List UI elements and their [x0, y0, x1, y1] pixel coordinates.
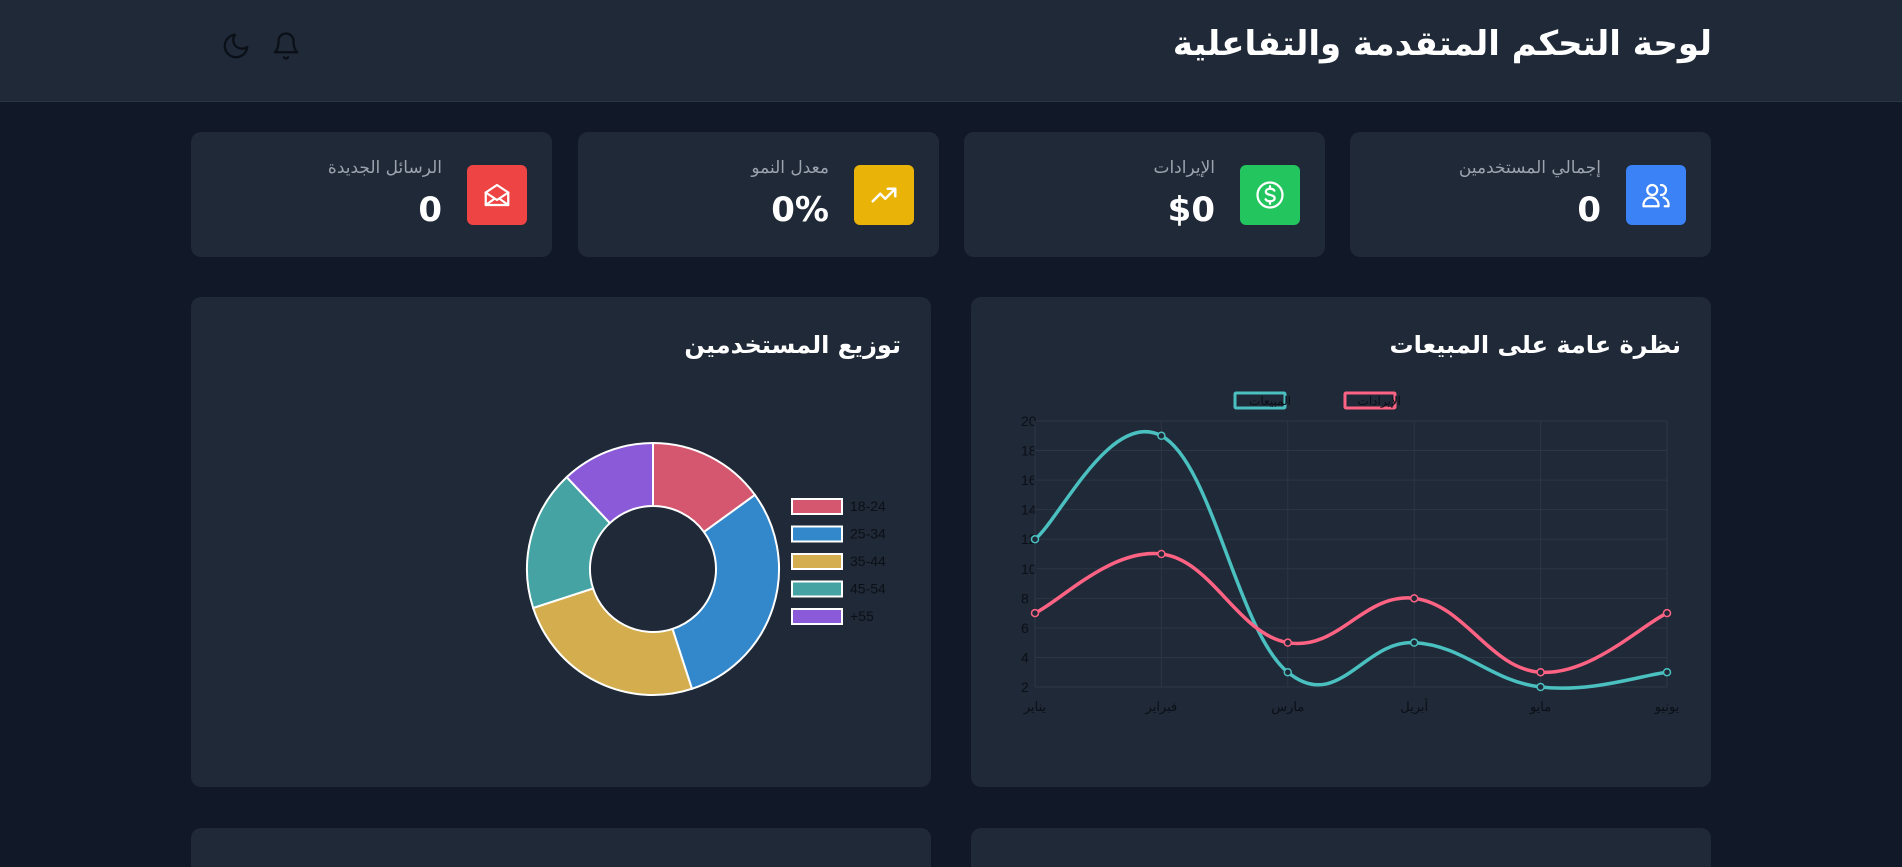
y-tick-label: 18	[1021, 443, 1037, 459]
stat-value: $0	[1167, 190, 1215, 230]
y-tick-label: 14	[1021, 502, 1037, 518]
stat-value: 0%	[771, 190, 829, 230]
legend-label: الإيرادات	[1358, 394, 1401, 409]
data-point	[1409, 638, 1419, 647]
data-point	[1283, 638, 1293, 647]
series-line	[1033, 430, 1668, 690]
stat-card-total-users: إجمالي المستخدمين 0	[1350, 132, 1711, 257]
doughnut-slice	[531, 587, 694, 696]
legend-label: 25-34	[850, 526, 886, 542]
legend-label: +55	[850, 608, 874, 624]
data-point	[1662, 608, 1672, 618]
x-tick-label: أبريل	[1400, 698, 1428, 715]
data-point	[1030, 608, 1040, 618]
legend-label: 18-24	[850, 498, 886, 514]
data-point	[1536, 682, 1545, 692]
data-point	[1409, 594, 1419, 603]
legend-swatch	[791, 608, 843, 625]
users-doughnut-chart: 18-24 25-34 35-44 45-54 +55	[526, 441, 886, 696]
mail-open-icon	[467, 165, 527, 225]
top-bar: لوحة التحكم المتقدمة والتفاعلية	[0, 0, 1902, 102]
x-tick-label: يونيو	[1654, 699, 1680, 715]
trending-up-icon	[854, 165, 914, 225]
stat-card-new-messages: الرسائل الجديدة 0	[191, 132, 552, 257]
series-line	[1034, 551, 1668, 674]
stat-label: الرسائل الجديدة	[327, 158, 442, 178]
bell-icon[interactable]	[270, 30, 302, 62]
legend-label: المبيعات	[1249, 394, 1291, 408]
lower-right-panel	[971, 828, 1711, 867]
y-tick-label: 4	[1021, 649, 1029, 665]
users-icon	[1626, 165, 1686, 225]
stat-value: 0	[1577, 190, 1601, 230]
legend-swatch	[791, 553, 843, 570]
lower-left-panel	[191, 828, 931, 867]
data-point	[1536, 667, 1545, 677]
y-tick-label: 8	[1021, 590, 1029, 606]
sales-overview-panel: نظرة عامة على المبيعات 2 4 6 8 10 12 14 16 18 20 ي…	[971, 297, 1711, 787]
y-tick-label: 20	[1021, 413, 1037, 429]
legend-label: 35-44	[850, 553, 886, 569]
users-distribution-panel: توزيع المستخدمين 18-24 25-34 35-44 45-54 +55	[191, 297, 931, 787]
legend-swatch	[791, 580, 843, 598]
legend-swatch	[791, 498, 843, 515]
moon-icon[interactable]	[220, 30, 252, 62]
data-point	[1157, 431, 1166, 441]
y-tick-label: 16	[1021, 472, 1037, 488]
legend-swatch	[791, 525, 843, 543]
legend-label: 45-54	[850, 581, 886, 597]
x-tick-label: مارس	[1271, 699, 1304, 715]
stat-value: 0	[418, 190, 442, 230]
data-point	[1283, 667, 1293, 677]
stat-label: الإيرادات	[1153, 158, 1215, 178]
data-point	[1157, 549, 1166, 559]
stat-label: معدل النمو	[751, 158, 829, 178]
y-tick-label: 10	[1021, 561, 1037, 577]
doughnut-slice	[671, 493, 780, 691]
y-tick-label: 2	[1021, 679, 1029, 695]
stat-card-growth-rate: معدل النمو 0%	[578, 132, 939, 257]
x-tick-label: مايو	[1529, 699, 1551, 715]
x-tick-label: يناير	[1023, 699, 1047, 715]
x-tick-label: فبراير	[1145, 699, 1178, 715]
stat-label: إجمالي المستخدمين	[1458, 158, 1601, 178]
stat-card-revenue: الإيرادات $0	[964, 132, 1325, 257]
y-tick-label: 6	[1021, 620, 1029, 636]
sales-line-chart: 2468101214161820يناير فبراير مارس أبريل مايو…	[1021, 391, 1680, 715]
page-title: لوحة التحكم المتقدمة والتفاعلية	[1172, 24, 1712, 64]
data-point	[1030, 534, 1040, 544]
dollar-icon	[1240, 165, 1300, 225]
data-point	[1662, 667, 1672, 677]
